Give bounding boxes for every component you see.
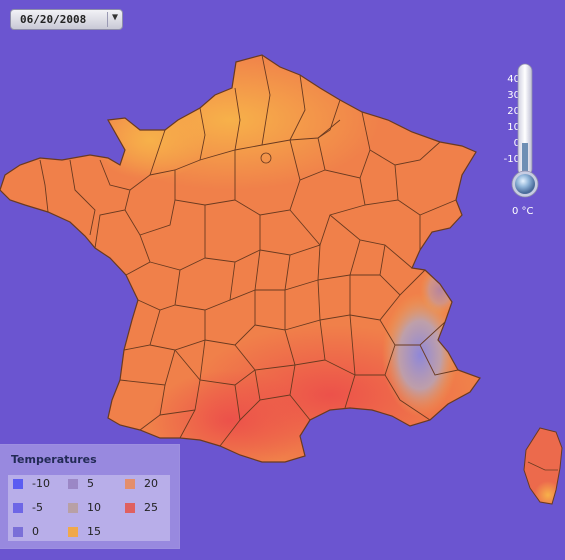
legend-label: 15 — [87, 525, 101, 538]
legend-label: 5 — [87, 477, 94, 490]
legend-swatch — [13, 527, 23, 537]
dropdown-separator — [107, 12, 108, 27]
legend-label: 20 — [144, 477, 158, 490]
legend-swatch — [68, 479, 78, 489]
thermometer: 40 30 20 10 0 -10 0 °C — [498, 62, 558, 222]
legend-swatch — [13, 479, 23, 489]
date-dropdown[interactable]: 06/20/2008 ▼ — [10, 9, 123, 30]
temperature-reading: 0 °C — [512, 206, 534, 217]
legend-label: 25 — [144, 501, 158, 514]
legend-title: Temperatures — [11, 453, 97, 466]
legend-swatch — [13, 503, 23, 513]
legend-swatch — [68, 527, 78, 537]
thermometer-icon — [511, 63, 539, 198]
legend-label: -10 — [32, 477, 50, 490]
chevron-down-icon[interactable]: ▼ — [112, 12, 118, 23]
legend-swatch — [125, 479, 135, 489]
legend-label: 10 — [87, 501, 101, 514]
legend-swatch — [68, 503, 78, 513]
legend-label: -5 — [32, 501, 43, 514]
france-mainland — [0, 55, 480, 462]
legend-swatch — [125, 503, 135, 513]
temperature-legend: Temperatures -10 -5 0 5 10 15 20 25 — [0, 444, 180, 549]
legend-label: 0 — [32, 525, 39, 538]
date-value: 06/20/2008 — [20, 13, 87, 26]
legend-body: -10 -5 0 5 10 15 20 25 — [8, 475, 170, 541]
